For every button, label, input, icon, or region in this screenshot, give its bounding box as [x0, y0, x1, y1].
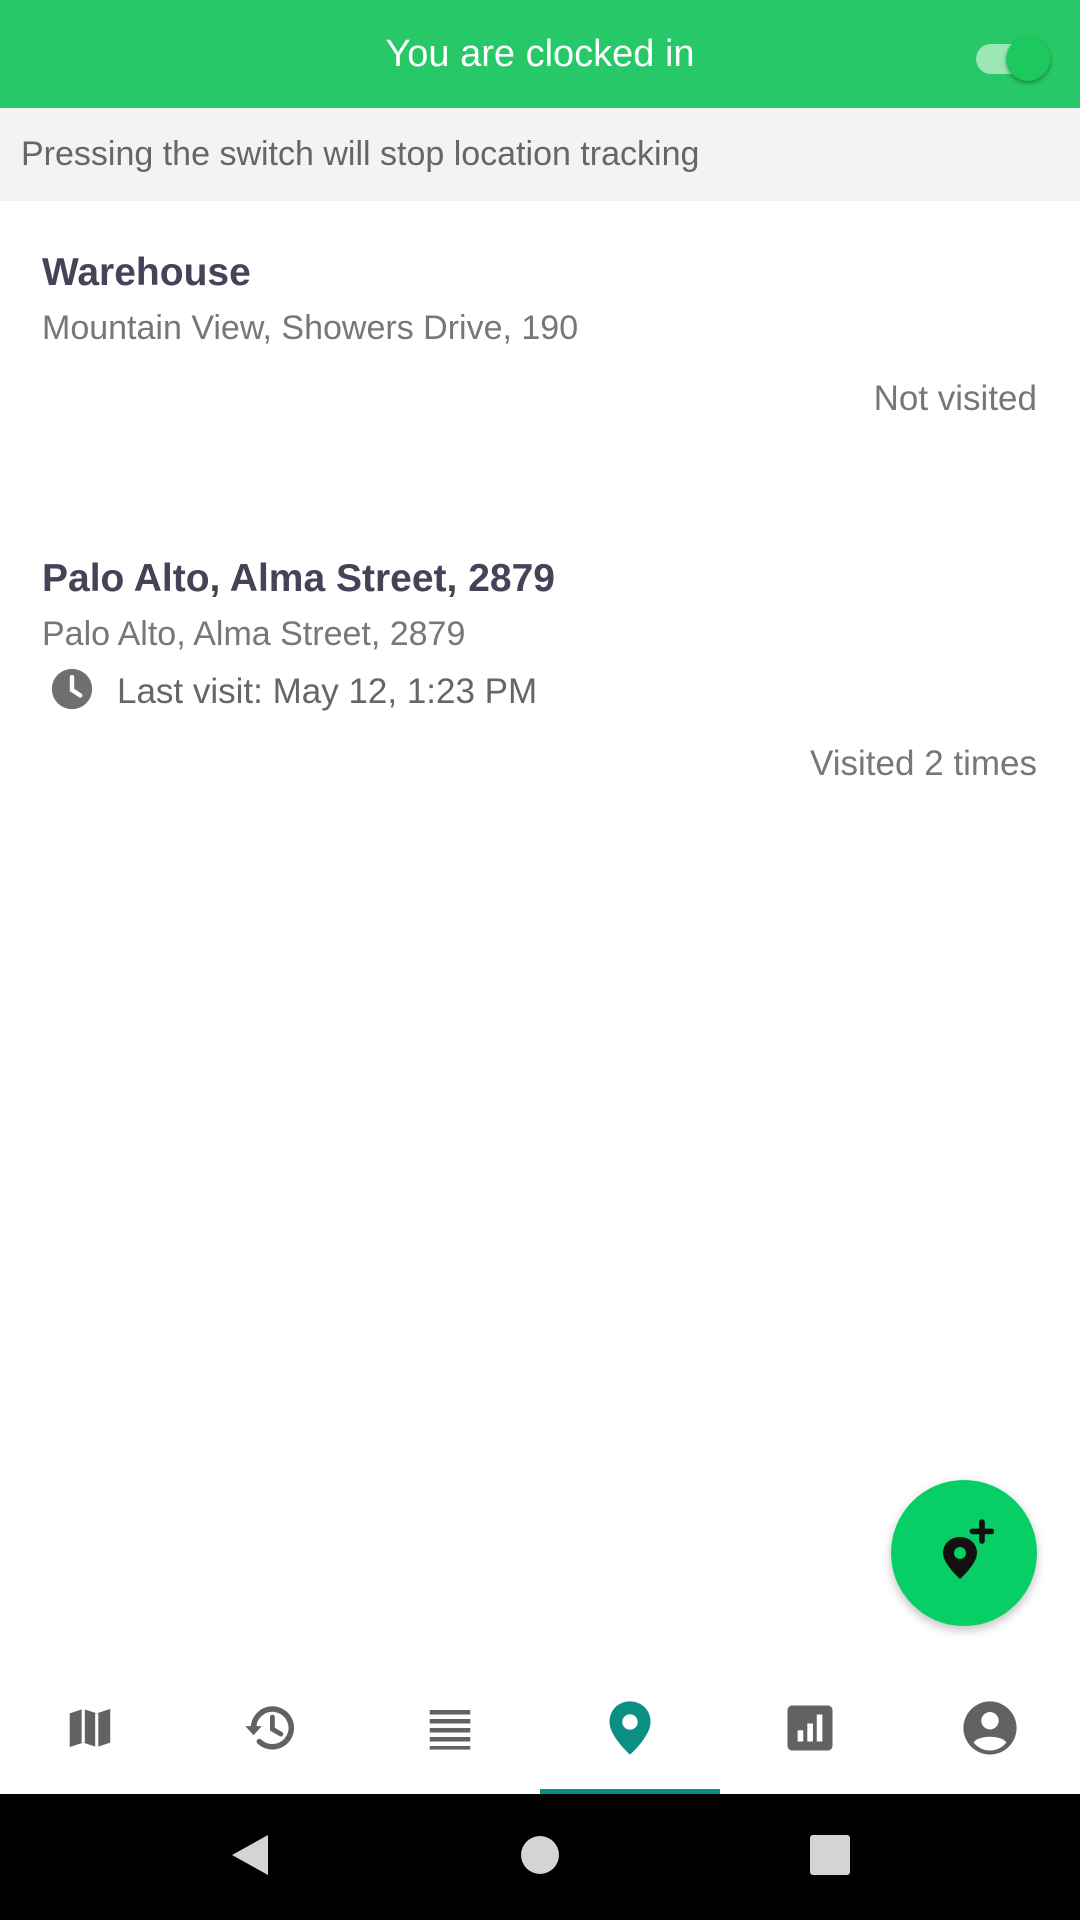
map-icon — [63, 1701, 117, 1760]
place-visit-status: Not visited — [873, 379, 1037, 418]
place-title: Warehouse — [42, 251, 251, 294]
system-recents-button[interactable] — [685, 1794, 975, 1920]
nav-account[interactable] — [900, 1666, 1080, 1794]
nav-history[interactable] — [180, 1666, 360, 1794]
add-place-button[interactable] — [891, 1480, 1037, 1626]
clock-icon — [50, 667, 94, 716]
nav-map[interactable] — [0, 1666, 180, 1794]
last-visit-text: Last visit: May 12, 1:23 PM — [117, 671, 538, 711]
account-icon — [961, 1699, 1019, 1762]
list-icon — [423, 1701, 477, 1760]
system-back-button[interactable] — [105, 1794, 395, 1920]
last-visit-row: Last visit: May 12, 1:23 PM — [50, 667, 537, 716]
clock-status-title: You are clocked in — [385, 32, 695, 75]
place-title: Palo Alto, Alma Street, 2879 — [42, 557, 555, 600]
bottom-navigation — [0, 1666, 1080, 1794]
system-home-button[interactable] — [395, 1794, 685, 1920]
place-address: Mountain View, Showers Drive, 190 — [42, 309, 579, 347]
place-address: Palo Alto, Alma Street, 2879 — [42, 615, 466, 653]
place-card-warehouse[interactable]: Warehouse Mountain View, Showers Drive, … — [0, 201, 1080, 501]
history-icon — [241, 1699, 299, 1762]
recents-icon — [809, 1834, 851, 1881]
system-navigation-bar — [0, 1794, 1080, 1920]
place-card-palo-alto[interactable]: Palo Alto, Alma Street, 2879 Palo Alto, … — [0, 540, 1080, 800]
tracking-notice-text: Pressing the switch will stop location t… — [21, 135, 700, 173]
place-visit-status: Visited 2 times — [810, 744, 1037, 783]
tracking-notice: Pressing the switch will stop location t… — [0, 108, 1080, 201]
stats-icon — [783, 1701, 837, 1760]
nav-list[interactable] — [360, 1666, 540, 1794]
nav-stats[interactable] — [720, 1666, 900, 1794]
home-icon — [520, 1835, 560, 1880]
nav-places[interactable] — [540, 1666, 720, 1794]
switch-thumb — [1006, 37, 1050, 81]
add-location-icon — [934, 1518, 995, 1588]
place-icon — [605, 1699, 655, 1762]
status-bar-header: You are clocked in — [0, 0, 1080, 108]
back-icon — [228, 1831, 272, 1884]
clock-in-switch[interactable] — [970, 36, 1050, 81]
